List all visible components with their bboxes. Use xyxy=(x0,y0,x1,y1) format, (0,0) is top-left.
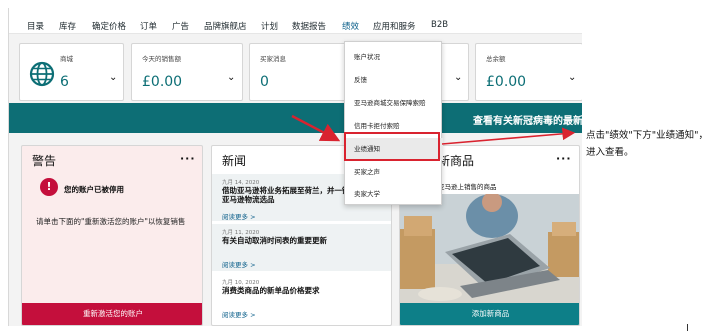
reactivate-account-button[interactable]: 重新激活您的账户 xyxy=(22,303,202,325)
menu-item-voice-of-customer[interactable]: 买家之声 xyxy=(345,161,443,183)
read-more-link[interactable]: 阅读更多 > xyxy=(222,259,256,269)
covid-banner[interactable]: 查看有关新冠病毒的最新 xyxy=(9,103,582,133)
alert-card: 警告 ··· ! 您的账户已被停用 请单击下面的"重新激活您的账户"以恢复销售 … xyxy=(21,145,203,326)
nav-b2b[interactable]: B2B xyxy=(431,20,448,30)
metric-value: £0.00 xyxy=(486,74,527,90)
card-subtitle: 亚马逊上销售的商品 xyxy=(438,183,497,191)
card-title: 新商品 xyxy=(438,154,475,168)
chevron-down-icon: ⌄ xyxy=(454,72,463,83)
metric-marketplace[interactable]: 商城 6 ⌄ xyxy=(19,43,124,101)
nav-advertising[interactable]: 广告 xyxy=(172,20,189,32)
alert-description: 请单击下面的"重新激活您的账户"以恢复销售 xyxy=(36,217,186,226)
metric-sales-today[interactable]: 今天的销售额 £0.00 ⌄ xyxy=(131,43,243,101)
news-item: 九月 10, 2020 消费类商品的新单品价格要求 阅读更多 > xyxy=(212,274,391,321)
nav-performance[interactable]: 绩效 xyxy=(342,20,359,32)
metric-total-balance[interactable]: 总余额 £0.00 ⌄ xyxy=(475,43,582,101)
menu-item-performance-notifications[interactable]: 业绩通知 xyxy=(345,138,443,160)
menu-item-account-health[interactable]: 账户状况 xyxy=(345,46,443,68)
read-more-link[interactable]: 阅读更多 > xyxy=(222,211,256,221)
metrics-row: 商城 6 ⌄ 今天的销售额 £0.00 ⌄ 买家消息 0 ⌄ ⌄ 总余额 £0.… xyxy=(19,43,582,103)
read-more-link[interactable]: 阅读更多 > xyxy=(222,309,256,319)
tutorial-screenshot: 目录 库存 确定价格 订单 广告 品牌旗舰店 计划 数据报告 绩效 应用和服务 … xyxy=(0,0,711,333)
card-title: 警告 xyxy=(32,154,57,168)
metric-label: 买家消息 xyxy=(260,55,286,63)
alert-icon: ! xyxy=(40,178,58,196)
nav-programs[interactable]: 计划 xyxy=(261,20,278,32)
card-title: 新闻 xyxy=(222,154,247,168)
nav-pricing[interactable]: 确定价格 xyxy=(92,20,126,32)
metric-value: 0 xyxy=(260,74,269,90)
menu-item-a-to-z-claims[interactable]: 亚马逊商城交易保障索赔 xyxy=(345,92,443,114)
top-navigation: 目录 库存 确定价格 订单 广告 品牌旗舰店 计划 数据报告 绩效 应用和服务 … xyxy=(9,8,582,34)
text-cursor xyxy=(687,324,688,331)
nav-catalog[interactable]: 目录 xyxy=(27,20,44,32)
nav-reports[interactable]: 数据报告 xyxy=(292,20,326,32)
alert-message: 您的账户已被停用 xyxy=(64,185,124,194)
laptop-photo xyxy=(400,194,579,305)
nav-inventory[interactable]: 库存 xyxy=(59,20,76,32)
menu-item-feedback[interactable]: 反馈 xyxy=(345,69,443,91)
chevron-down-icon: ⌄ xyxy=(109,72,118,83)
performance-dropdown-menu: 账户状况 反馈 亚马逊商城交易保障索赔 信用卡拒付索赔 业绩通知 买家之声 卖家… xyxy=(344,41,443,205)
nav-apps-services[interactable]: 应用和服务 xyxy=(373,20,416,32)
add-new-product-button[interactable]: 添加新商品 xyxy=(400,303,579,325)
news-date: 九月 14, 2020 xyxy=(222,180,260,186)
news-date: 九月 10, 2020 xyxy=(222,280,260,286)
more-options-icon[interactable]: ··· xyxy=(180,152,196,165)
menu-item-chargeback-claims[interactable]: 信用卡拒付索赔 xyxy=(345,115,443,137)
news-item: 九月 11, 2020 有关自动取消时间表的重要更新 阅读更多 > xyxy=(212,224,391,271)
banner-text: 查看有关新冠病毒的最新 xyxy=(473,116,582,127)
metric-label: 商城 xyxy=(60,55,73,63)
metric-value: £0.00 xyxy=(142,74,183,90)
metric-label: 总余额 xyxy=(486,55,506,63)
news-headline[interactable]: 有关自动取消时间表的重要更新 xyxy=(222,236,387,245)
chevron-down-icon: ⌄ xyxy=(227,72,236,83)
more-options-icon[interactable]: ··· xyxy=(556,152,572,165)
nav-orders[interactable]: 订单 xyxy=(140,20,157,32)
news-headline[interactable]: 消费类商品的新单品价格要求 xyxy=(222,286,387,295)
metric-value: 6 xyxy=(60,74,69,90)
news-date: 九月 11, 2020 xyxy=(222,230,260,236)
chevron-down-icon: ⌄ xyxy=(568,72,577,83)
metric-label: 今天的销售额 xyxy=(142,55,181,63)
nav-stores[interactable]: 品牌旗舰店 xyxy=(204,20,247,32)
instruction-annotation: 点击"绩效"下方"业绩通知"，进入查看。 xyxy=(586,130,708,158)
globe-icon xyxy=(29,61,55,87)
menu-item-seller-university[interactable]: 卖家大学 xyxy=(345,183,443,205)
seller-central-page: 目录 库存 确定价格 订单 广告 品牌旗舰店 计划 数据报告 绩效 应用和服务 … xyxy=(8,8,582,326)
